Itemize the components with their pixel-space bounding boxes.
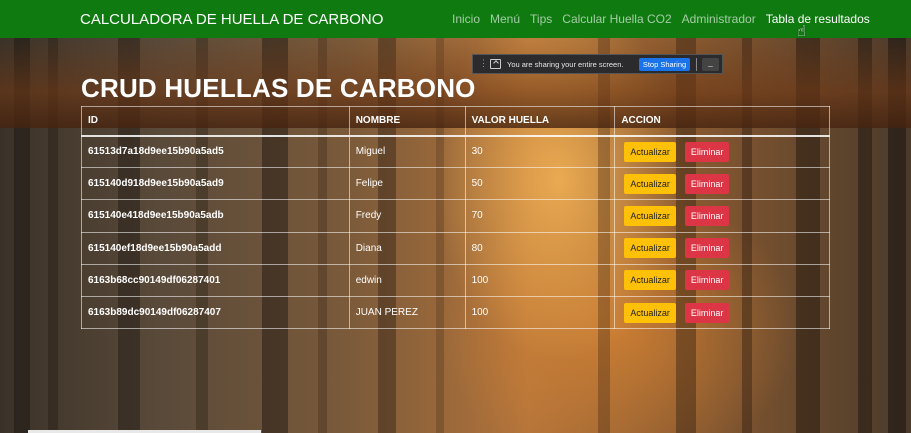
share-bar-divider (696, 58, 697, 71)
navbar: CALCULADORA DE HUELLA DE CARBONO Inicio … (0, 0, 911, 38)
update-button[interactable]: Actualizar (624, 238, 676, 259)
header-id: ID (81, 106, 350, 137)
table-row: 615140e418d9ee15b90a5adb Fredy 70 Actual… (81, 199, 830, 233)
table-row: 615140ef18d9ee15b90a5add Diana 80 Actual… (81, 231, 830, 265)
table-row: 6163b89dc90149df06287407 JUAN PEREZ 100 … (81, 295, 830, 330)
nav-link-inicio[interactable]: Inicio (452, 12, 480, 26)
row-id: 61513d7a18d9ee15b90a5ad5 (81, 134, 350, 169)
row-nombre: Felipe (348, 167, 466, 201)
update-button[interactable]: Actualizar (624, 302, 676, 323)
drag-handle-icon[interactable]: ⋮ (479, 58, 488, 69)
header-accion: ACCION (614, 106, 830, 137)
results-table: ID NOMBRE VALOR HUELLA ACCION 61513d7a18… (81, 106, 830, 330)
table-row: 6163b68cc90149df06287401 edwin 100 Actua… (81, 263, 830, 297)
delete-button[interactable]: Eliminar (684, 302, 730, 323)
delete-button[interactable]: Eliminar (684, 238, 730, 259)
brand-title[interactable]: CALCULADORA DE HUELLA DE CARBONO (80, 11, 383, 28)
row-nombre: edwin (348, 263, 466, 297)
row-id: 615140e418d9ee15b90a5adb (81, 199, 350, 233)
row-nombre: JUAN PEREZ (348, 295, 466, 330)
row-actions: Actualizar Eliminar (614, 295, 830, 330)
row-id: 6163b89dc90149df06287407 (81, 295, 350, 330)
nav-link-calcular-huella[interactable]: Calcular Huella CO2 (562, 12, 671, 26)
stop-sharing-button[interactable]: Stop Sharing (639, 58, 690, 71)
page-title: CRUD HUELLAS DE CARBONO (81, 73, 476, 103)
nav-link-administrador[interactable]: Administrador (682, 12, 756, 26)
nav-link-menu[interactable]: Menú (490, 12, 520, 26)
row-actions: Actualizar Eliminar (614, 134, 830, 169)
row-nombre: Fredy (348, 199, 466, 233)
row-id: 615140ef18d9ee15b90a5add (81, 231, 350, 265)
table-row: 61513d7a18d9ee15b90a5ad5 Miguel 30 Actua… (81, 134, 830, 169)
hide-share-bar-button[interactable]: _ (702, 58, 719, 71)
delete-button[interactable]: Eliminar (684, 205, 730, 226)
nav-links: Inicio Menú Tips Calcular Huella CO2 Adm… (452, 12, 880, 26)
update-button[interactable]: Actualizar (624, 141, 676, 162)
screen-share-bar: ⋮ You are sharing your entire screen. St… (472, 54, 723, 74)
share-message: You are sharing your entire screen. (507, 60, 624, 69)
nav-link-tips[interactable]: Tips (530, 12, 552, 26)
row-valor: 80 (464, 231, 616, 265)
nav-link-tabla-resultados[interactable]: Tabla de resultados (766, 12, 870, 26)
row-valor: 100 (464, 295, 616, 330)
delete-button[interactable]: Eliminar (684, 270, 730, 291)
row-valor: 70 (464, 199, 616, 233)
row-actions: Actualizar Eliminar (614, 199, 830, 233)
row-valor: 100 (464, 263, 616, 297)
row-id: 6163b68cc90149df06287401 (81, 263, 350, 297)
update-button[interactable]: Actualizar (624, 173, 676, 194)
delete-button[interactable]: Eliminar (684, 141, 730, 162)
row-actions: Actualizar Eliminar (614, 167, 830, 201)
header-nombre: NOMBRE (348, 106, 466, 137)
table-header-row: ID NOMBRE VALOR HUELLA ACCION (81, 106, 830, 137)
table-row: 615140d918d9ee15b90a5ad9 Felipe 50 Actua… (81, 167, 830, 201)
delete-button[interactable]: Eliminar (684, 173, 730, 194)
row-nombre: Diana (348, 231, 466, 265)
row-valor: 50 (464, 167, 616, 201)
row-nombre: Miguel (348, 134, 466, 169)
row-valor: 30 (464, 134, 616, 169)
row-id: 615140d918d9ee15b90a5ad9 (81, 167, 350, 201)
header-valor-huella: VALOR HUELLA (464, 106, 616, 137)
hand-cursor-icon: ☝ (797, 22, 807, 40)
update-button[interactable]: Actualizar (624, 205, 676, 226)
share-screen-icon (490, 59, 501, 69)
update-button[interactable]: Actualizar (624, 270, 676, 291)
row-actions: Actualizar Eliminar (614, 263, 830, 297)
row-actions: Actualizar Eliminar (614, 231, 830, 265)
